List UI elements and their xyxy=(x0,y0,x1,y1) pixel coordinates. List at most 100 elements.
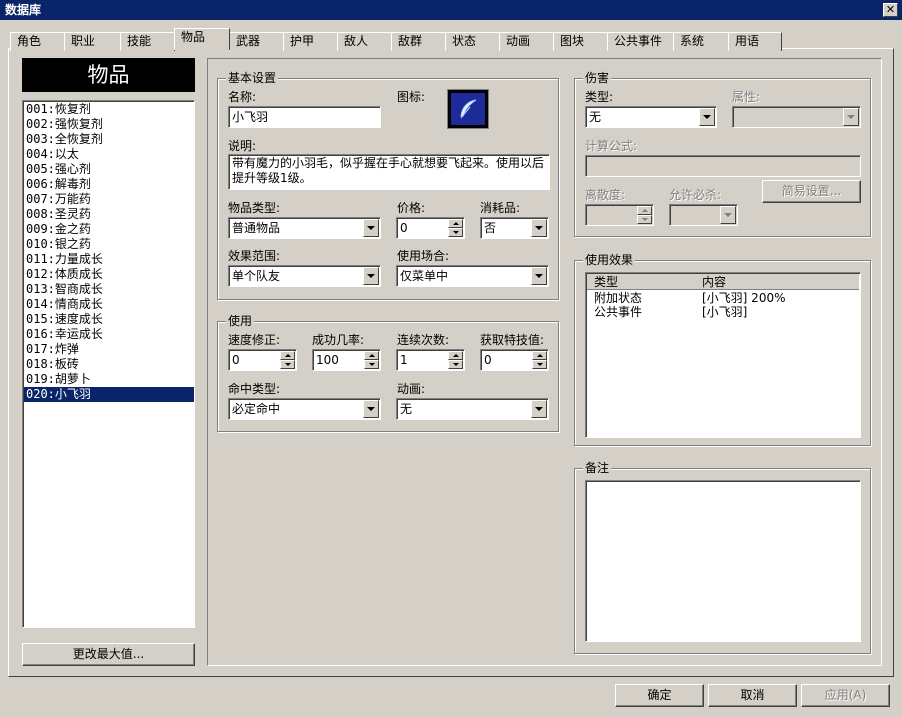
chevron-down-icon[interactable] xyxy=(531,400,547,418)
effects-col-type: 类型 xyxy=(594,275,619,289)
damage-type-label: 类型: xyxy=(585,90,614,104)
speed-spin-buttons[interactable] xyxy=(280,351,295,369)
list-item[interactable]: 013:智商成长 xyxy=(24,282,194,297)
item-type-select[interactable]: 普通物品 xyxy=(228,217,381,239)
icon-picker[interactable] xyxy=(447,89,489,129)
list-item[interactable]: 007:万能药 xyxy=(24,192,194,207)
damage-type-select[interactable]: 无 xyxy=(585,106,717,128)
chevron-down-icon[interactable] xyxy=(363,219,379,237)
critical-label: 允许必杀: xyxy=(669,188,722,202)
effect-content-cell: [小飞羽] xyxy=(702,305,748,319)
occasion-select[interactable]: 仅菜单中 xyxy=(396,265,549,287)
hit-type-select[interactable]: 必定命中 xyxy=(228,398,381,420)
tp-gain-label: 获取特技值: xyxy=(480,333,545,347)
tab-skills[interactable]: 技能 xyxy=(120,32,175,51)
item-list[interactable]: 001:恢复剂 002:强恢复剂 003:全恢复剂 004:以太 005:强心剂… xyxy=(22,100,195,628)
tp-gain-spinner[interactable]: 0 xyxy=(480,349,549,371)
close-icon[interactable]: ✕ xyxy=(883,3,898,17)
chevron-down-icon[interactable] xyxy=(363,267,379,285)
list-item[interactable]: 005:强心剂 xyxy=(24,162,194,177)
tab-actors[interactable]: 角色 xyxy=(10,32,65,51)
list-item[interactable]: 008:圣灵药 xyxy=(24,207,194,222)
chevron-down-icon[interactable] xyxy=(699,108,715,126)
tab-states[interactable]: 状态 xyxy=(445,32,500,51)
success-rate-label: 成功几率: xyxy=(312,333,365,347)
tp-gain-value: 0 xyxy=(484,353,492,367)
chevron-down-icon[interactable] xyxy=(531,267,547,285)
list-item[interactable]: 002:强恢复剂 xyxy=(24,117,194,132)
success-rate-value: 100 xyxy=(316,353,339,367)
tp-spin-buttons[interactable] xyxy=(532,351,547,369)
ok-button[interactable]: 确定 xyxy=(615,684,704,707)
animation-label: 动画: xyxy=(397,382,426,396)
speed-label: 速度修正: xyxy=(228,333,281,347)
success-spin-buttons[interactable] xyxy=(364,351,379,369)
list-item[interactable]: 012:体质成长 xyxy=(24,267,194,282)
list-item-selected[interactable]: 020:小飞羽 xyxy=(24,387,194,402)
list-item[interactable]: 011:力量成长 xyxy=(24,252,194,267)
change-max-button[interactable]: 更改最大值... xyxy=(22,643,195,666)
table-row[interactable]: 公共事件 [小飞羽] xyxy=(587,305,859,319)
table-row[interactable]: 附加状态 [小飞羽] 200% xyxy=(587,291,859,305)
tab-weapons[interactable]: 武器 xyxy=(229,32,284,51)
critical-select[interactable] xyxy=(669,204,738,226)
tab-animations[interactable]: 动画 xyxy=(499,32,554,51)
scope-label: 效果范围: xyxy=(228,249,281,263)
animation-value: 无 xyxy=(400,402,413,416)
simple-setup-button[interactable]: 简易设置... xyxy=(762,180,861,203)
list-item[interactable]: 016:幸运成长 xyxy=(24,327,194,342)
success-rate-spinner[interactable]: 100 xyxy=(312,349,381,371)
effects-list[interactable]: 类型 内容 附加状态 [小飞羽] 200% 公共事件 [小飞羽] xyxy=(585,272,861,438)
tab-tilesets[interactable]: 图块 xyxy=(553,32,608,51)
chevron-down-icon[interactable] xyxy=(843,108,859,126)
repeat-label: 连续次数: xyxy=(397,333,450,347)
cancel-button[interactable]: 取消 xyxy=(708,684,797,707)
tab-system[interactable]: 系统 xyxy=(673,32,729,51)
repeat-spinner[interactable]: 1 xyxy=(396,349,465,371)
price-spin-buttons[interactable] xyxy=(448,219,463,237)
animation-select[interactable]: 无 xyxy=(396,398,549,420)
tab-enemies[interactable]: 敌人 xyxy=(337,32,392,51)
list-item[interactable]: 014:情商成长 xyxy=(24,297,194,312)
note-textarea[interactable] xyxy=(585,480,861,642)
element-select[interactable] xyxy=(732,106,861,128)
list-item[interactable]: 003:全恢复剂 xyxy=(24,132,194,147)
damage-type-value: 无 xyxy=(589,110,602,124)
scope-value: 单个队友 xyxy=(232,269,281,283)
repeat-spin-buttons[interactable] xyxy=(448,351,463,369)
list-item[interactable]: 017:炸弹 xyxy=(24,342,194,357)
occasion-value: 仅菜单中 xyxy=(400,269,449,283)
consumable-select[interactable]: 否 xyxy=(480,217,549,239)
formula-input[interactable] xyxy=(585,155,861,177)
list-item[interactable]: 001:恢复剂 xyxy=(24,102,194,117)
speed-spinner[interactable]: 0 xyxy=(228,349,297,371)
tab-classes[interactable]: 职业 xyxy=(64,32,121,51)
chevron-down-icon[interactable] xyxy=(363,400,379,418)
tab-common-events[interactable]: 公共事件 xyxy=(607,32,674,51)
apply-button[interactable]: 应用(A) xyxy=(801,684,890,707)
name-input[interactable]: 小飞羽 xyxy=(228,106,381,128)
list-item[interactable]: 018:板砖 xyxy=(24,357,194,372)
list-item[interactable]: 006:解毒剂 xyxy=(24,177,194,192)
speed-value: 0 xyxy=(232,353,240,367)
list-item[interactable]: 010:银之药 xyxy=(24,237,194,252)
tab-terms[interactable]: 用语 xyxy=(728,32,782,51)
basic-settings-legend: 基本设置 xyxy=(226,71,279,85)
price-spinner[interactable]: 0 xyxy=(396,217,465,239)
chevron-down-icon[interactable] xyxy=(720,206,736,224)
chevron-down-icon[interactable] xyxy=(531,219,547,237)
variance-label: 离散度: xyxy=(585,188,626,202)
list-item[interactable]: 015:速度成长 xyxy=(24,312,194,327)
list-item[interactable]: 004:以太 xyxy=(24,147,194,162)
price-label: 价格: xyxy=(397,201,426,215)
variance-spinner[interactable] xyxy=(585,204,654,226)
tab-troops[interactable]: 敌群 xyxy=(391,32,446,51)
list-item[interactable]: 009:金之药 xyxy=(24,222,194,237)
tab-armors[interactable]: 护甲 xyxy=(283,32,338,51)
list-item[interactable]: 019:胡萝卜 xyxy=(24,372,194,387)
tab-items[interactable]: 物品 xyxy=(174,28,230,50)
scope-select[interactable]: 单个队友 xyxy=(228,265,381,287)
effect-content-cell: [小飞羽] 200% xyxy=(702,291,786,305)
variance-spin-buttons[interactable] xyxy=(637,206,652,224)
description-input[interactable]: 带有魔力的小羽毛，似乎握在手心就想要飞起来。使用以后提升等级1级。 xyxy=(228,154,550,190)
